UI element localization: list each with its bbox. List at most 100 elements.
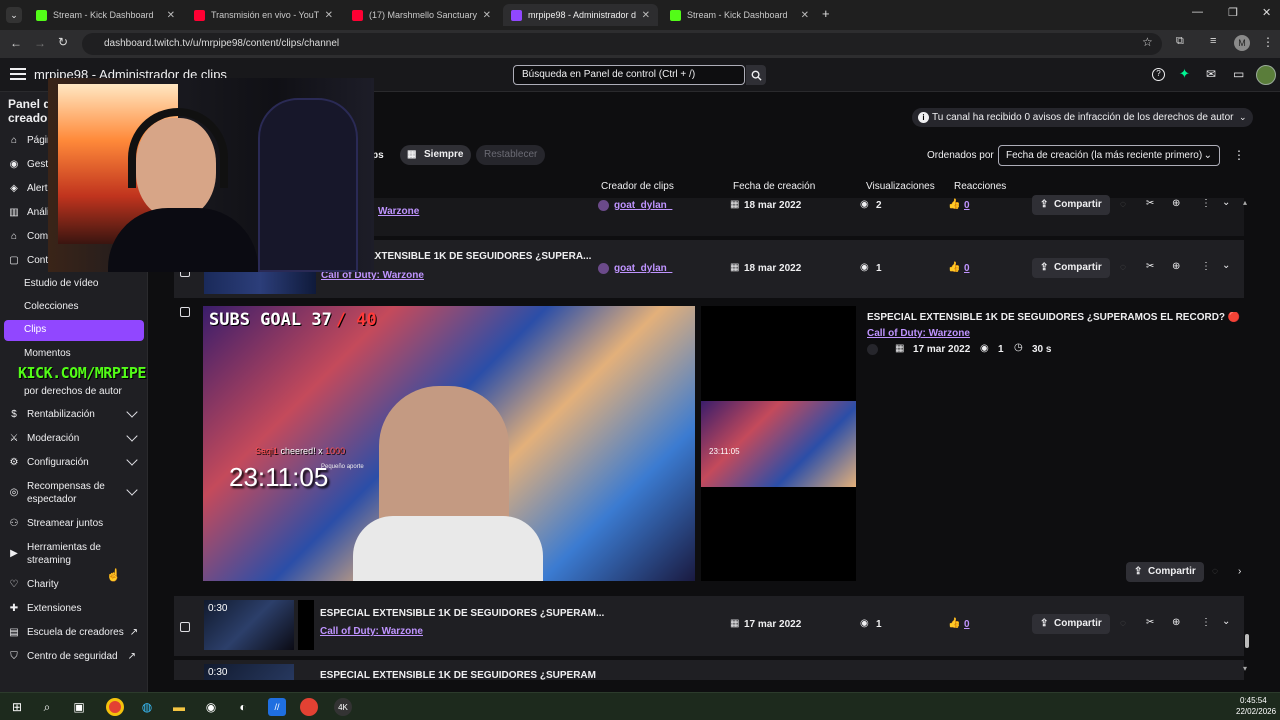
- row-likes[interactable]: 0: [964, 619, 970, 630]
- chevron-down-icon[interactable]: ⌄: [1222, 616, 1230, 627]
- chevron-down-icon[interactable]: [126, 406, 138, 418]
- file-explorer-icon[interactable]: ▬: [170, 698, 188, 716]
- column-header-creator[interactable]: Creador de clips: [601, 181, 674, 192]
- sidebar-item-safety-center[interactable]: ⛉ Centro de seguridad ↗: [8, 650, 136, 662]
- media-icon[interactable]: ≡: [1210, 35, 1216, 47]
- expanded-title[interactable]: ESPECIAL EXTENSIBLE 1K DE SEGUIDORES ¿SU…: [867, 312, 1243, 323]
- browser-tab[interactable]: (17) Marshmello Sanctuary Mix✕: [344, 4, 499, 26]
- share-button[interactable]: ⇪ Compartir: [1032, 614, 1110, 634]
- taskbar-search-icon[interactable]: ⌕: [38, 698, 56, 716]
- row-creator-link[interactable]: goat_dylan_: [614, 263, 672, 274]
- sidebar-item-streaming-tools[interactable]: ▶ Herramientas de streaming: [8, 541, 117, 567]
- row-game-link[interactable]: Warzone: [378, 206, 419, 217]
- 4k-downloader-icon[interactable]: 4K: [334, 698, 352, 716]
- row-game-link[interactable]: Call of Duty: Warzone: [320, 626, 423, 637]
- filter-siempre-button[interactable]: ▦ Siempre: [400, 145, 472, 165]
- more-options-icon[interactable]: ⋮: [1201, 261, 1211, 272]
- restore-button[interactable]: ❐: [1228, 6, 1238, 19]
- sidebar-item-content[interactable]: ▢ Cont: [8, 254, 48, 266]
- sidebar-item-monetization[interactable]: $ Rentabilización: [8, 408, 95, 420]
- table-row[interactable]: 0:30 ESPECIAL EXTENSIBLE 1K DE SEGUIDORE…: [174, 660, 1244, 680]
- clip-thumbnail[interactable]: 0:30: [204, 600, 294, 650]
- row-creator-link[interactable]: goat_dylan_: [614, 200, 672, 211]
- table-row[interactable]: 0:30 ESPECIAL EXTENSIBLE 1K DE SEGUIDORE…: [174, 596, 1244, 656]
- sidebar-item-stream-together[interactable]: ⚇ Streamear juntos: [8, 517, 104, 529]
- browser-tab[interactable]: Stream - Kick Dashboard ✕: [662, 4, 817, 26]
- back-icon[interactable]: ←: [10, 36, 22, 50]
- chevron-down-icon[interactable]: [126, 430, 138, 442]
- chrome-profile-icon[interactable]: [300, 698, 318, 716]
- row-title[interactable]: ESPECIAL EXTENSIBLE 1K DE SEGUIDORES ¿SU…: [320, 670, 596, 680]
- column-header-date[interactable]: Fecha de creación: [733, 181, 815, 192]
- clip-video-player[interactable]: SUBS GOAL 37/ 40 23:11:05 Saqi1 cheered!…: [203, 306, 695, 581]
- share-button[interactable]: ⇪ Compartir: [1032, 195, 1110, 215]
- new-tab-button[interactable]: +: [822, 6, 830, 21]
- sidebar-subitem-copyright[interactable]: por derechos de autor: [24, 386, 122, 397]
- user-avatar[interactable]: [1256, 65, 1276, 85]
- scroll-down-icon[interactable]: ▾: [1243, 664, 1247, 673]
- clip-preview-thumbnail[interactable]: 23:11:05: [701, 401, 856, 487]
- forward-icon[interactable]: →: [34, 36, 46, 50]
- browser-menu-icon[interactable]: ⋮: [1262, 35, 1274, 49]
- sidebar-item-stream-manager[interactable]: ◉ Gest: [8, 158, 49, 170]
- sidebar-subitem-collections[interactable]: Colecciones: [24, 301, 78, 312]
- row-likes[interactable]: 0: [964, 200, 970, 211]
- chevron-down-icon[interactable]: [126, 484, 138, 496]
- browser-tab[interactable]: Stream - Kick Dashboard ✕: [28, 4, 183, 26]
- sidebar-item-extensions[interactable]: ✚ Extensiones: [8, 602, 82, 614]
- task-view-icon[interactable]: ▣: [70, 698, 88, 716]
- clip-thumbnail[interactable]: 0:30: [204, 664, 294, 680]
- row-checkbox[interactable]: [180, 307, 190, 317]
- scroll-up-icon[interactable]: ▴: [1243, 198, 1247, 207]
- minimize-button[interactable]: —: [1192, 6, 1203, 18]
- chevron-down-icon[interactable]: ⌄: [1222, 197, 1230, 208]
- row-title[interactable]: ESPECIAL EXTENSIBLE 1K DE SEGUIDORES ¿SU…: [320, 608, 604, 619]
- column-header-views[interactable]: Visualizaciones: [866, 181, 935, 192]
- download-icon[interactable]: ⊕: [1172, 261, 1180, 272]
- app-icon[interactable]: //: [268, 698, 286, 716]
- row-likes[interactable]: 0: [964, 263, 970, 274]
- close-icon[interactable]: ✕: [325, 10, 333, 21]
- hamburger-menu-icon[interactable]: [10, 68, 26, 80]
- scissors-icon[interactable]: ✂: [1146, 198, 1154, 209]
- browser-tab-active[interactable]: mrpipe98 - Administrador de c✕: [503, 4, 658, 26]
- close-icon[interactable]: ✕: [642, 10, 650, 21]
- obs-icon[interactable]: ◉: [202, 698, 220, 716]
- search-input[interactable]: Búsqueda en Panel de control (Ctrl + /): [513, 65, 745, 85]
- sidebar-item-community[interactable]: ⌂ Com: [8, 230, 48, 242]
- reload-icon[interactable]: ↻: [58, 35, 68, 49]
- sort-select[interactable]: Fecha de creación (la más reciente prime…: [998, 145, 1220, 166]
- edge-icon[interactable]: ◍: [138, 698, 156, 716]
- sidebar-item-settings[interactable]: ⚙ Configuración: [8, 456, 89, 468]
- chevron-right-icon[interactable]: ›: [1238, 566, 1241, 577]
- share-button[interactable]: ⇪ Compartir: [1032, 258, 1110, 278]
- steam-icon[interactable]: ◐: [234, 698, 252, 716]
- extensions-icon[interactable]: ⧉: [1176, 35, 1184, 48]
- scrollbar-thumb[interactable]: [1245, 634, 1249, 648]
- profile-avatar[interactable]: M: [1234, 35, 1250, 51]
- tab-search-button[interactable]: ⌄: [6, 7, 22, 23]
- chrome-icon[interactable]: [106, 698, 124, 716]
- more-options-icon[interactable]: ⋮: [1201, 617, 1211, 628]
- sidebar-item-alerts[interactable]: ◈ Alert: [8, 182, 47, 194]
- scissors-icon[interactable]: ✂: [1146, 617, 1154, 628]
- more-options-icon[interactable]: ⋮: [1201, 198, 1211, 209]
- windows-start-icon[interactable]: ⊞: [8, 698, 26, 716]
- sidebar-item-analytics[interactable]: ▥ Análi: [8, 206, 49, 218]
- inbox-icon[interactable]: ✉: [1206, 67, 1216, 81]
- close-icon[interactable]: ✕: [167, 10, 175, 21]
- sparkle-icon[interactable]: ✦: [1179, 66, 1190, 82]
- bookmark-star-icon[interactable]: ☆: [1142, 35, 1153, 49]
- chevron-down-icon[interactable]: ⌄: [1222, 260, 1230, 271]
- scrollbar-track[interactable]: ▴ ▾: [1243, 198, 1251, 678]
- copyright-notice[interactable]: i Tu canal ha recibido 0 avisos de infra…: [912, 108, 1254, 127]
- whispers-icon[interactable]: ▭: [1233, 67, 1244, 81]
- download-icon[interactable]: ⊕: [1172, 617, 1180, 628]
- search-button[interactable]: [746, 65, 766, 85]
- close-icon[interactable]: ✕: [801, 10, 809, 21]
- chevron-down-icon[interactable]: [126, 454, 138, 466]
- sidebar-subitem-clips-active[interactable]: Clips: [4, 320, 144, 341]
- sidebar-item-home[interactable]: ⌂ Págin: [8, 134, 53, 146]
- filter-reset-button[interactable]: Restablecer: [476, 145, 546, 165]
- help-icon[interactable]: ?: [1152, 68, 1165, 81]
